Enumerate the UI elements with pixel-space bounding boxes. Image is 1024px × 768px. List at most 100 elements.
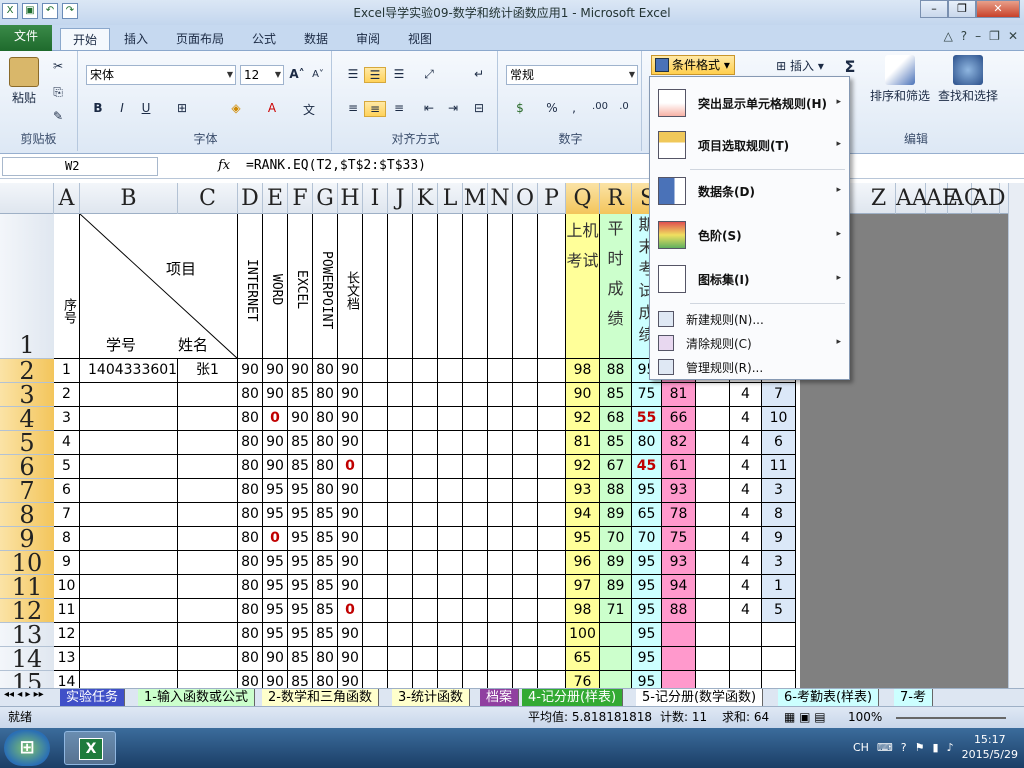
cell-v[interactable]: 4 — [730, 431, 762, 455]
empty-cell[interactable] — [696, 455, 730, 479]
empty-cell[interactable] — [488, 551, 513, 575]
align-middle-icon[interactable]: ☰ — [364, 67, 386, 83]
help-icon[interactable]: ? — [901, 741, 907, 754]
shrink-font-icon[interactable]: A˅ — [310, 69, 326, 80]
empty-cell[interactable] — [488, 503, 513, 527]
cell-score-d[interactable]: 90 — [238, 359, 263, 383]
cell-t[interactable]: 82 — [662, 431, 696, 455]
cell-score-h[interactable]: 90 — [338, 503, 363, 527]
empty-cell[interactable] — [363, 671, 388, 688]
orientation-icon[interactable]: ⤢ — [418, 67, 440, 82]
cell-score-h[interactable]: 90 — [338, 527, 363, 551]
insert-function-icon[interactable]: fx — [218, 158, 230, 173]
row-header[interactable]: 9 — [0, 527, 54, 551]
number-format-combo[interactable]: 常规 ▼ — [506, 65, 638, 85]
view-buttons[interactable]: ▦ ▣ ▤ — [784, 707, 826, 728]
cell-seq[interactable]: 11 — [54, 599, 80, 623]
cell-s[interactable]: 95 — [632, 671, 662, 688]
cell-w[interactable]: 3 — [762, 479, 796, 503]
cell-w[interactable]: 9 — [762, 527, 796, 551]
zoom-slider[interactable] — [896, 717, 1006, 719]
empty-header-cell[interactable] — [438, 214, 463, 359]
cell-score-f[interactable]: 95 — [288, 527, 313, 551]
menu-clear-rules[interactable]: 清除规则(C) ▸ — [652, 331, 847, 355]
empty-cell[interactable] — [463, 407, 488, 431]
cell-score-e[interactable]: 95 — [263, 623, 288, 647]
empty-cell[interactable] — [363, 503, 388, 527]
cell-student-id[interactable] — [80, 383, 178, 407]
cell-q[interactable]: 93 — [566, 479, 600, 503]
empty-cell[interactable] — [513, 479, 538, 503]
empty-cell[interactable] — [438, 527, 463, 551]
cell-score-e[interactable]: 90 — [263, 671, 288, 688]
cut-icon[interactable]: ✂ — [50, 59, 66, 73]
menu-data-bars[interactable]: 数据条(D) ▸ — [652, 171, 847, 213]
font-size-combo[interactable]: 12 ▼ — [240, 65, 284, 85]
cell-t[interactable]: 94 — [662, 575, 696, 599]
cell-s[interactable]: 95 — [632, 551, 662, 575]
doc-minimize-icon[interactable]: – — [975, 29, 981, 43]
empty-cell[interactable] — [388, 503, 413, 527]
empty-cell[interactable] — [538, 503, 566, 527]
cell-v[interactable]: 4 — [730, 503, 762, 527]
borders-icon[interactable]: ⊞ — [172, 101, 192, 115]
empty-cell[interactable] — [513, 551, 538, 575]
column-header-n[interactable]: N — [488, 183, 513, 214]
cell-score-d[interactable]: 80 — [238, 647, 263, 671]
empty-cell[interactable] — [413, 455, 438, 479]
empty-cell[interactable] — [438, 647, 463, 671]
cell-score-d[interactable]: 80 — [238, 671, 263, 688]
cell-score-h[interactable]: 90 — [338, 479, 363, 503]
cell-score-h[interactable]: 90 — [338, 575, 363, 599]
cell-score-d[interactable]: 80 — [238, 527, 263, 551]
cell-score-f[interactable]: 95 — [288, 599, 313, 623]
empty-cell[interactable] — [696, 503, 730, 527]
header-item-diagonal[interactable]: 项目 学号 姓名 — [80, 214, 238, 359]
column-header-a[interactable]: A — [54, 183, 80, 214]
formula-input[interactable]: =RANK.EQ(T2,$T$2:$T$33) — [246, 158, 426, 173]
row-header[interactable]: 15 — [0, 671, 54, 688]
empty-cell[interactable] — [513, 359, 538, 383]
empty-cell[interactable] — [538, 623, 566, 647]
cell-t[interactable]: 75 — [662, 527, 696, 551]
empty-header-cell[interactable] — [538, 214, 566, 359]
sheet-nav-arrows[interactable]: ◂◂ ◂ ▸ ▸▸ — [4, 689, 44, 700]
cell-score-f[interactable]: 90 — [288, 359, 313, 383]
sheet-tab[interactable]: 实验任务 — [60, 689, 126, 707]
cell-w[interactable]: 5 — [762, 599, 796, 623]
empty-header-cell[interactable] — [463, 214, 488, 359]
column-header-p[interactable]: P — [538, 183, 566, 214]
find-select-button[interactable]: 查找和选择 — [934, 55, 1002, 104]
cell-q[interactable]: 81 — [566, 431, 600, 455]
empty-cell[interactable] — [388, 527, 413, 551]
cell-r[interactable]: 71 — [600, 599, 632, 623]
empty-cell[interactable] — [363, 431, 388, 455]
underline-button[interactable]: U — [138, 101, 154, 115]
cell-score-e[interactable]: 95 — [263, 599, 288, 623]
row-header[interactable]: 10 — [0, 551, 54, 575]
cell-score-g[interactable]: 80 — [313, 479, 338, 503]
cell-w[interactable]: 6 — [762, 431, 796, 455]
cell-t[interactable]: 66 — [662, 407, 696, 431]
cell-r[interactable]: 68 — [600, 407, 632, 431]
row-header[interactable]: 11 — [0, 575, 54, 599]
cell-seq[interactable]: 1 — [54, 359, 80, 383]
column-header-g[interactable]: G — [313, 183, 338, 214]
empty-cell[interactable] — [438, 575, 463, 599]
cell-score-f[interactable]: 90 — [288, 407, 313, 431]
cell-student-id[interactable] — [80, 599, 178, 623]
empty-cell[interactable] — [363, 623, 388, 647]
row-header[interactable]: 12 — [0, 599, 54, 623]
cell-score-g[interactable]: 80 — [313, 671, 338, 688]
empty-cell[interactable] — [388, 455, 413, 479]
cell-score-f[interactable]: 95 — [288, 503, 313, 527]
empty-cell[interactable] — [438, 431, 463, 455]
paste-button[interactable]: 粘贴 — [6, 57, 42, 106]
cell-score-e[interactable]: 90 — [263, 455, 288, 479]
cell-name[interactable] — [178, 671, 238, 688]
cell-score-g[interactable]: 85 — [313, 575, 338, 599]
empty-header-cell[interactable] — [413, 214, 438, 359]
sheet-tab[interactable]: 3-统计函数 — [392, 689, 470, 707]
fill-color-icon[interactable]: ◈ — [226, 101, 246, 115]
empty-cell[interactable] — [513, 455, 538, 479]
